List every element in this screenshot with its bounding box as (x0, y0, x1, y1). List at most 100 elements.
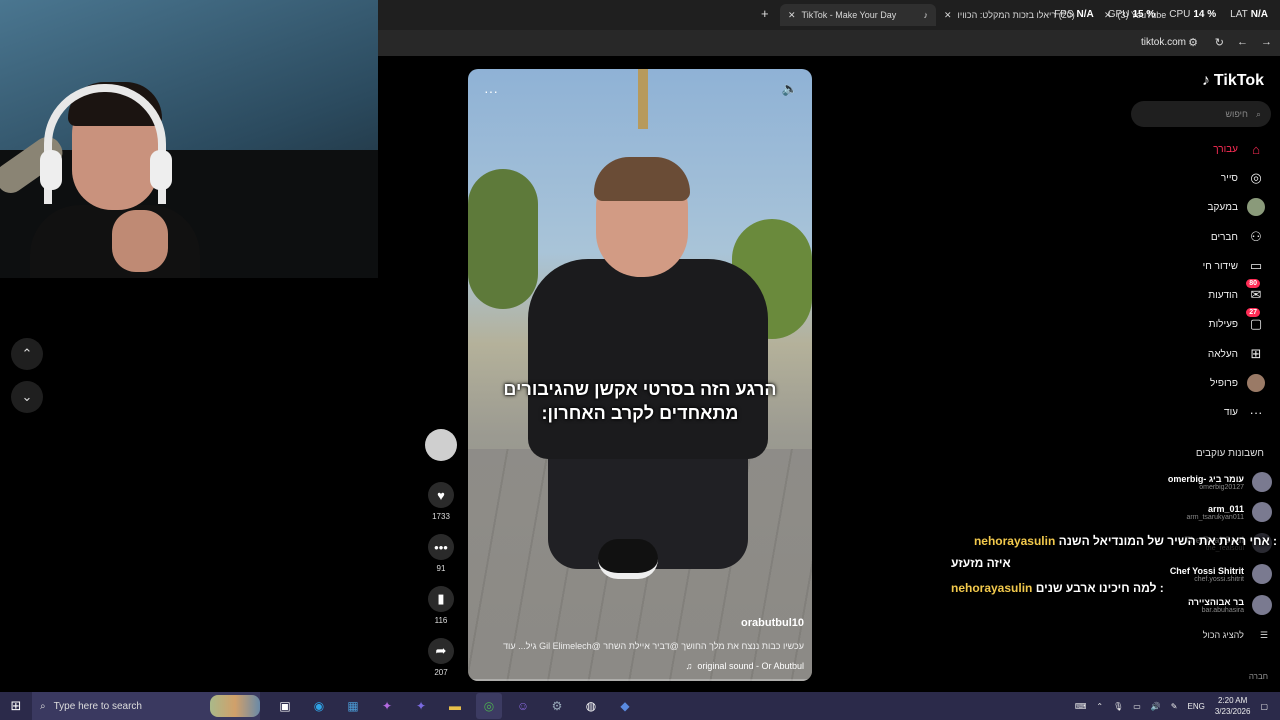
sidebar-item-upload[interactable]: העלאה ⊞ (1208, 343, 1266, 365)
search-input[interactable]: חיפוש ⌕ (1131, 101, 1271, 127)
chat-text: : למה חיכינו ארבע שנים (1035, 581, 1164, 595)
sidebar-item-activity[interactable]: פעילות ▢ 27 (1209, 308, 1266, 335)
following-accounts-title: חשבונות עוקבים (1195, 448, 1264, 459)
save-count: 116 (434, 616, 448, 625)
account-item[interactable]: Chef Yossi Shitrit chef.yossi.shitrit (1170, 561, 1272, 587)
progress-bar[interactable] (468, 679, 812, 681)
share-icon: ➦ (428, 638, 454, 664)
chat-user: nehorayasulin (951, 581, 1033, 595)
sidebar-item-foryou[interactable]: עבורך ⌂ (1213, 138, 1266, 160)
obs-icon[interactable]: ◍ (578, 693, 604, 719)
sidebar-item-friends[interactable]: חברים ⚇ (1211, 226, 1266, 248)
language-indicator[interactable]: ENG (1188, 702, 1205, 711)
site-settings-icon[interactable]: ⚙ (1188, 36, 1198, 49)
sidebar-item-following[interactable]: במעקב (1208, 196, 1266, 218)
heart-icon: ♥ (428, 482, 454, 508)
share-button[interactable]: ➦ 207 (424, 638, 458, 677)
tiktok-icon: ♪ (923, 10, 929, 20)
sound-info[interactable]: ♫ original sound - Or Abutbul (686, 661, 804, 671)
browser-tabbar: + ✕ TikTok - Make Your Day ♪ ✕ (20) ריאל… (378, 0, 1280, 30)
copilot-icon[interactable]: ✦ (374, 693, 400, 719)
app-icon[interactable]: ◆ (612, 693, 638, 719)
taskbar-search-placeholder: Type here to search (53, 700, 142, 712)
creator-avatar[interactable] (425, 429, 457, 461)
account-item[interactable]: omerbig- עומר ביג omerbig20127 (1168, 469, 1272, 495)
search-icon: ⌕ (40, 700, 46, 712)
edge-icon[interactable]: ◉ (306, 693, 332, 719)
friends-icon: ⚇ (1250, 229, 1262, 244)
tab-label: TikTok - Make Your Day (801, 10, 897, 20)
keyboard-icon[interactable]: ⌨ (1075, 702, 1087, 711)
account-avatar (1252, 502, 1272, 522)
reload-icon[interactable]: ↻ (1215, 36, 1224, 49)
copilot-app-icon[interactable]: ✦ (408, 693, 434, 719)
notifications-icon[interactable]: ▢ (1260, 702, 1268, 711)
pen-icon[interactable]: ✎ (1171, 702, 1178, 711)
volume-icon[interactable]: 🔊 (1151, 702, 1161, 711)
sidebar-item-live[interactable]: שידור חי ▭ (1203, 255, 1266, 277)
task-view-icon[interactable]: ▣ (272, 693, 298, 719)
chrome-icon[interactable]: ◎ (476, 693, 502, 719)
network-icon[interactable]: ▭ (1133, 702, 1141, 711)
tiktok-logo[interactable]: ♪ TikTok (1202, 72, 1264, 90)
account-avatar (1252, 564, 1272, 584)
video-caption-line1: הרגע הזה בסרטי אקשן שהגיבורים (503, 379, 777, 399)
next-video-button[interactable]: ⌄ (11, 381, 43, 413)
sidebar-item-messages[interactable]: הודעות ✉ 80 (1208, 279, 1266, 306)
close-icon[interactable]: ✕ (788, 10, 796, 21)
messages-badge: 80 (1246, 279, 1260, 288)
steam-icon[interactable]: ⚙ (544, 693, 570, 719)
following-avatar-icon (1246, 197, 1266, 217)
prev-video-button[interactable]: ⌃ (11, 338, 43, 370)
chevron-up-icon[interactable]: ⌃ (1096, 702, 1103, 711)
author-name[interactable]: orabutbul10 (741, 617, 804, 629)
chat-message: : אחי ראית את השיר של המונדיאל השנה neho… (951, 534, 1277, 548)
account-item[interactable]: בר אבוהציירה bar.abuhasira (1188, 592, 1272, 618)
footer-heading: חברה (1248, 672, 1268, 681)
chat-message: : למה חיכינו ארבע שנים nehorayasulin (951, 581, 1164, 595)
list-icon: ☰ (1259, 630, 1268, 640)
more-options-icon[interactable]: ··· (484, 83, 498, 99)
file-explorer-icon[interactable]: ▬ (442, 693, 468, 719)
windows-start-icon[interactable]: ⊞ (0, 698, 32, 714)
video-description: עכשיו כבות ננצח את מלך החושך @דביר איילת… (503, 641, 804, 651)
comment-button[interactable]: ••• 91 (424, 534, 458, 573)
save-button[interactable]: ▮ 116 (424, 586, 458, 625)
chat-message: איזה מזעזע (951, 556, 1011, 570)
webcam-overlay (0, 0, 378, 278)
activity-badge: 27 (1246, 308, 1260, 317)
clock[interactable]: 2:20 AM 3/23/2026 (1215, 695, 1251, 717)
video-player[interactable]: ··· 🔈 הרגע הזה בסרטי אקשן שהגיבורים מתאח… (468, 69, 812, 681)
taskbar-search[interactable]: ⌕ Type here to search (32, 692, 260, 720)
mic-icon[interactable]: 🎙 (1113, 702, 1123, 711)
discord-icon[interactable]: ☺ (510, 693, 536, 719)
sidebar-item-more[interactable]: עוד ··· (1224, 401, 1266, 423)
upload-icon: ⊞ (1250, 346, 1262, 361)
account-item[interactable]: arm_011 arm_tsarukyan011 (1187, 499, 1272, 525)
bookmark-icon: ▮ (428, 586, 454, 612)
sound-name: original sound - Or Abutbul (697, 661, 804, 671)
sidebar-item-explore[interactable]: סייר ◎ (1221, 167, 1266, 189)
account-avatar (1252, 595, 1272, 615)
sidebar-item-profile[interactable]: פרופיל (1210, 372, 1266, 394)
live-icon: ▭ (1249, 258, 1263, 273)
close-icon[interactable]: ✕ (944, 10, 952, 21)
show-all-button[interactable]: להציג הכול ☰ (1203, 630, 1268, 641)
url-field[interactable]: tiktok.com (1141, 37, 1186, 48)
like-count: 1733 (432, 512, 450, 521)
search-highlight-image (210, 695, 260, 717)
chat-user: nehorayasulin (973, 534, 1056, 548)
tab-tiktok[interactable]: ✕ TikTok - Make Your Day ♪ (780, 4, 936, 26)
perf-overlay: FPS N/A GPU 15 % CPU 14 % LAT N/A (1054, 9, 1268, 20)
volume-icon[interactable]: 🔈 (782, 81, 798, 97)
more-link[interactable]: עוד (503, 641, 516, 651)
comment-icon: ••• (428, 534, 454, 560)
back-icon[interactable]: ← (1237, 36, 1248, 48)
forward-icon[interactable]: → (1261, 36, 1272, 48)
search-placeholder: חיפוש (1225, 109, 1248, 119)
store-icon[interactable]: ▦ (340, 693, 366, 719)
home-icon: ⌂ (1252, 141, 1260, 157)
like-button[interactable]: ♥ 1733 (424, 482, 458, 521)
new-tab-button[interactable]: + (761, 6, 769, 21)
address-bar: tiktok.com ⚙ ↻ ← → (378, 30, 1280, 56)
